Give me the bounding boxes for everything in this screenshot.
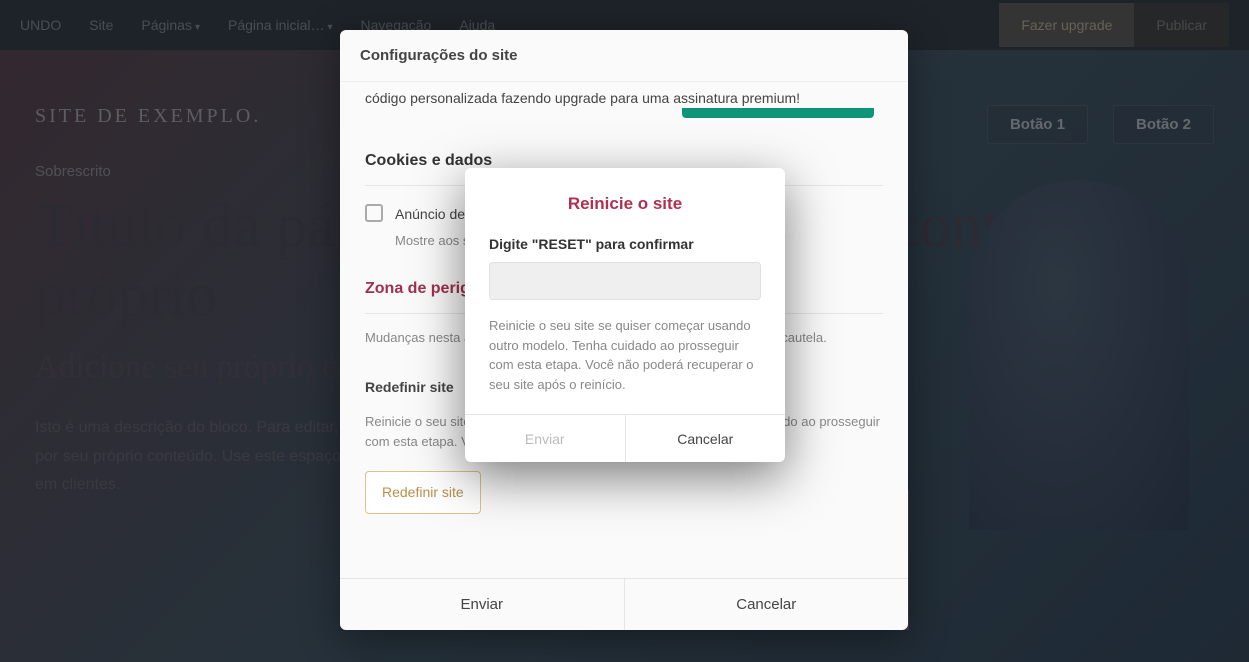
settings-submit-button[interactable]: Enviar — [340, 579, 625, 630]
reset-confirm-description: Reinicie o seu site se quiser começar us… — [489, 316, 761, 394]
reset-site-button[interactable]: Redefinir site — [365, 471, 481, 514]
upgrade-badge[interactable] — [682, 108, 874, 118]
cookie-notice-checkbox[interactable] — [365, 204, 383, 222]
reset-confirm-input[interactable] — [489, 262, 761, 300]
upgrade-promo-text: código personalizada fazendo upgrade par… — [365, 82, 883, 109]
settings-modal-title: Configurações do site — [340, 30, 908, 82]
reset-confirm-cancel-button[interactable]: Cancelar — [626, 415, 786, 462]
reset-confirm-submit-button[interactable]: Enviar — [465, 415, 626, 462]
reset-confirm-title: Reinicie o site — [489, 194, 761, 214]
reset-confirm-modal: Reinicie o site Digite "RESET" para conf… — [465, 168, 785, 462]
settings-cancel-button[interactable]: Cancelar — [625, 579, 909, 630]
reset-confirm-label: Digite "RESET" para confirmar — [489, 236, 761, 252]
